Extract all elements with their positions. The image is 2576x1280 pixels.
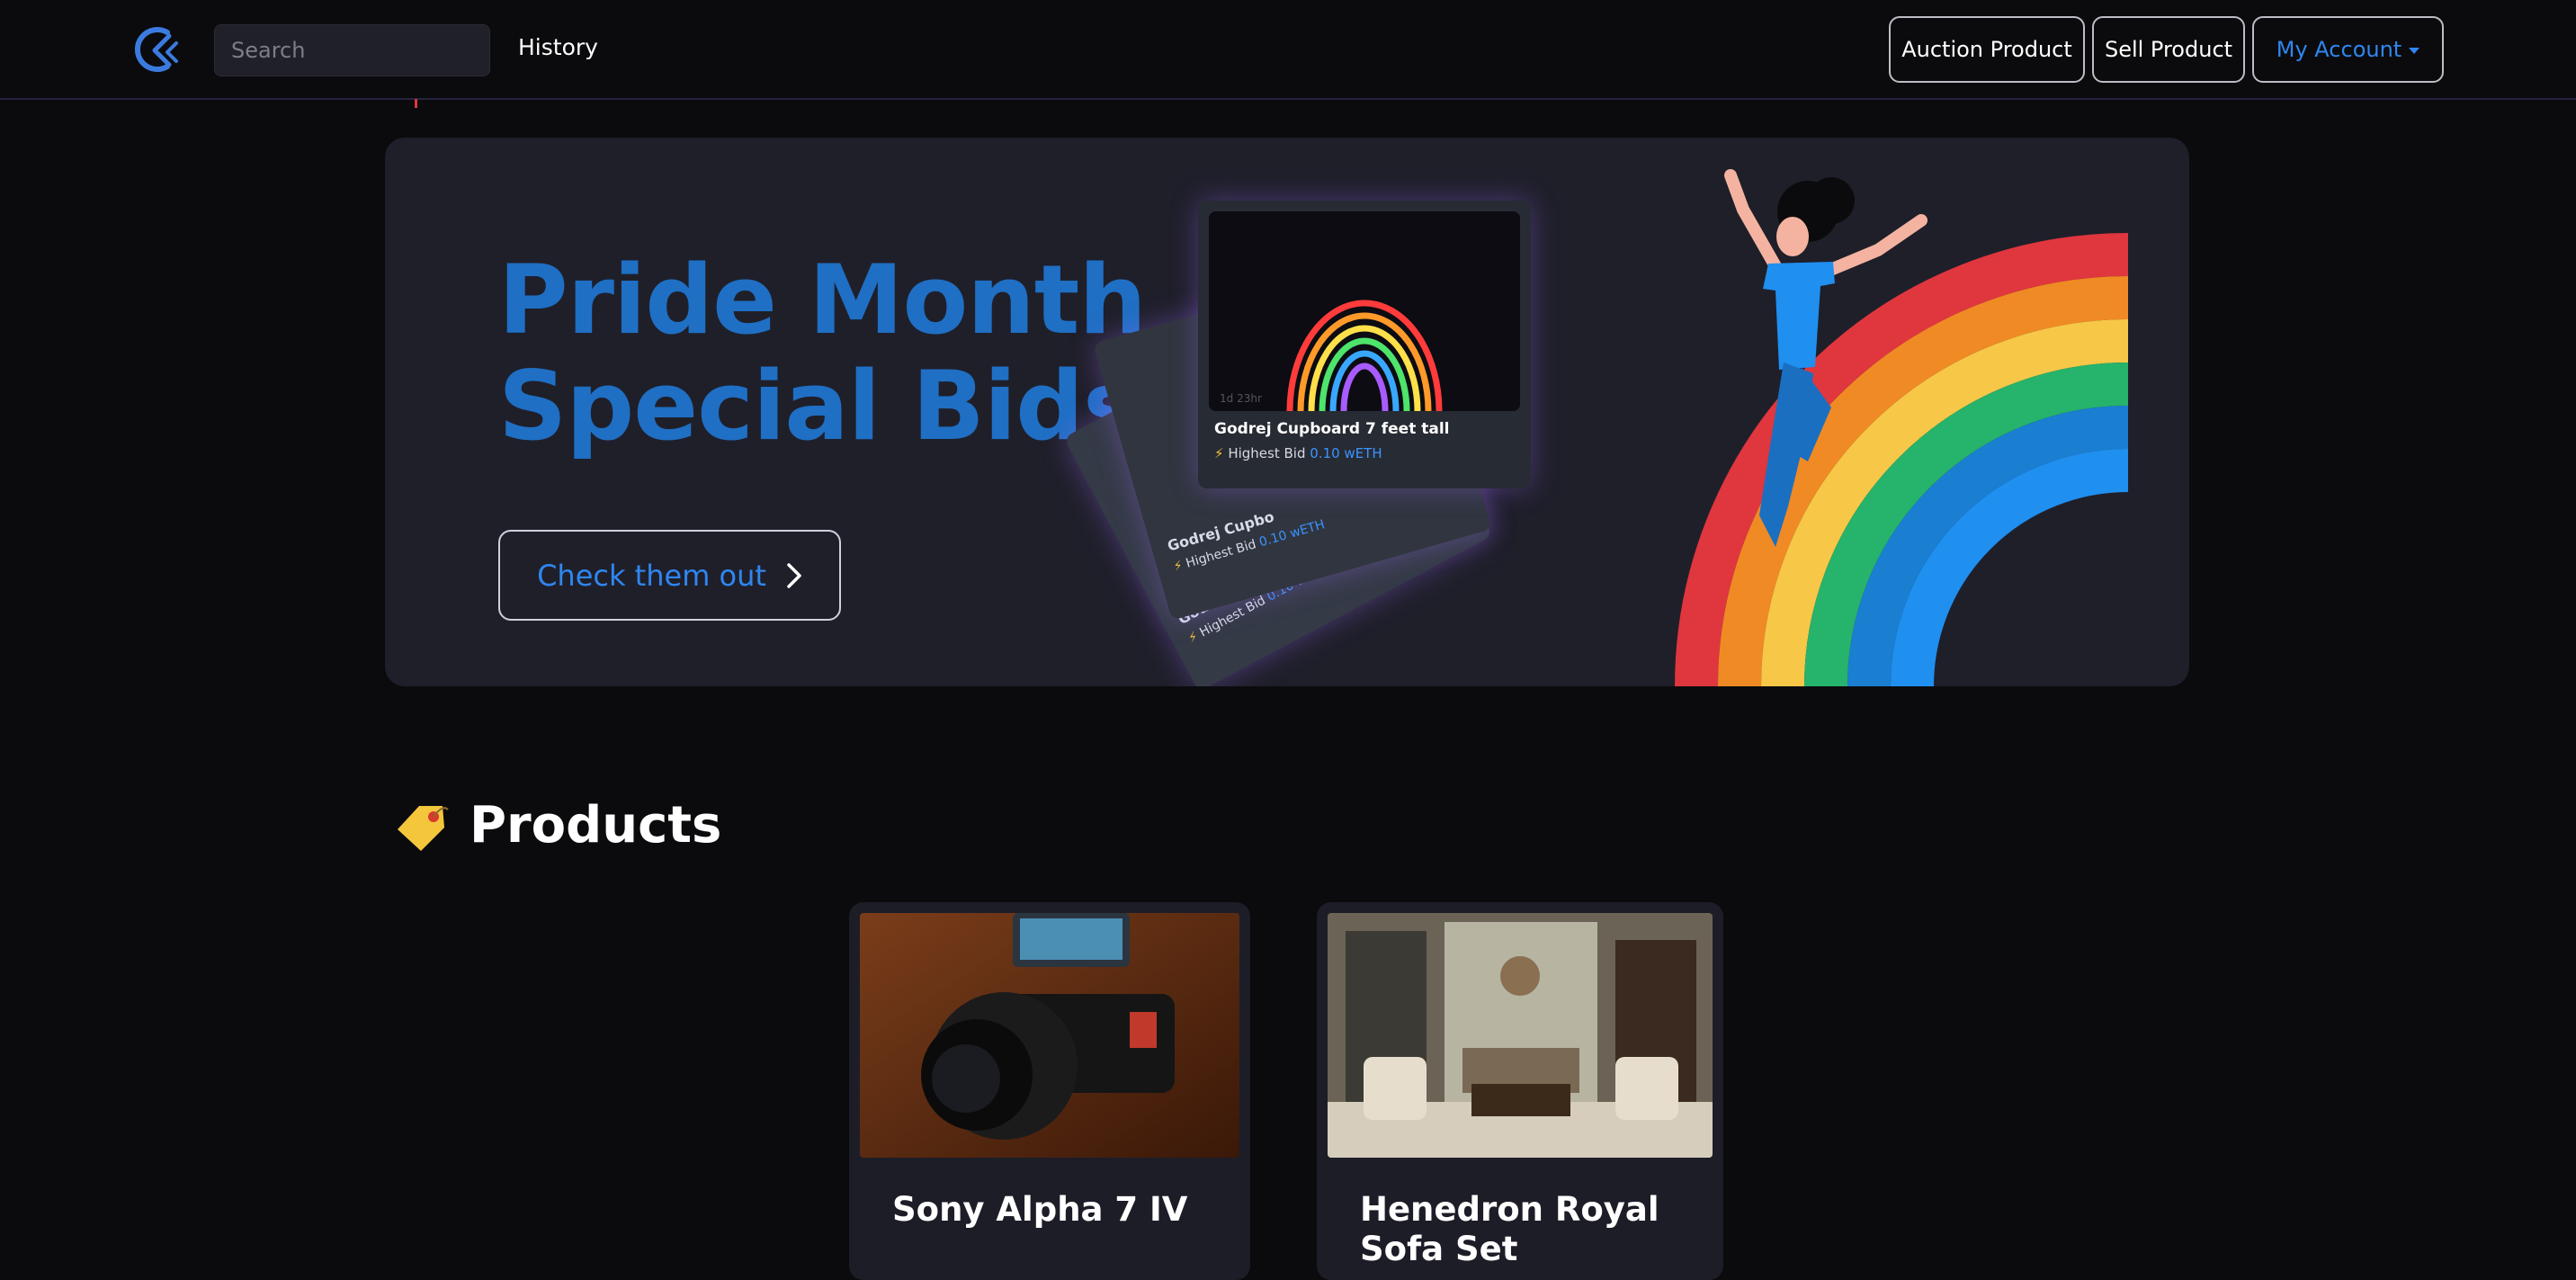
top-navbar: History Auction Product Sell Product My … xyxy=(0,0,2576,100)
auction-product-button[interactable]: Auction Product xyxy=(1889,16,2085,83)
chevron-right-icon xyxy=(787,562,801,588)
price-tag-icon xyxy=(398,805,449,851)
lightning-icon: ⚡ xyxy=(1171,558,1185,575)
my-account-dropdown[interactable]: My Account xyxy=(2252,16,2444,83)
product-image-sofa xyxy=(1328,913,1713,1158)
bid-prefix: Highest Bid xyxy=(1228,445,1306,461)
product-card[interactable]: Sony Alpha 7 IV xyxy=(849,902,1250,1280)
neon-rainbow-image: 1d 23hr xyxy=(1209,211,1520,411)
hero-banner: Pride Month Special Bids Check them out … xyxy=(385,138,2189,686)
caret-down-icon xyxy=(2409,47,2420,54)
sell-product-button[interactable]: Sell Product xyxy=(2092,16,2245,83)
auction-timer: 1d 23hr xyxy=(1220,392,1262,405)
featured-card-bid: ⚡ Highest Bid 0.10 wETH xyxy=(1214,445,1382,461)
nav-link-history[interactable]: History xyxy=(518,34,598,60)
banner-title-line1: Pride Month xyxy=(498,245,1147,355)
products-heading: Products xyxy=(392,796,721,855)
sell-product-label: Sell Product xyxy=(2104,37,2233,62)
product-card[interactable]: Henedron Royal Sofa Set xyxy=(1317,902,1723,1280)
featured-card-front[interactable]: 1d 23hr Godrej Cupboard 7 feet tall ⚡ Hi… xyxy=(1198,201,1531,488)
featured-card-title: Godrej Cupboard 7 feet tall xyxy=(1214,420,1450,438)
banner-title: Pride Month Special Bids xyxy=(498,245,1147,461)
product-image-camera xyxy=(860,913,1239,1158)
lightning-icon: ⚡ xyxy=(1214,445,1224,461)
product-name: Sony Alpha 7 IV xyxy=(892,1190,1188,1229)
banner-title-line2: Special Bids xyxy=(498,351,1140,461)
my-account-label: My Account xyxy=(2276,37,2402,62)
lightning-icon: ⚡ xyxy=(1185,629,1201,647)
products-title: Products xyxy=(470,796,722,855)
product-name: Henedron Royal Sofa Set xyxy=(1360,1190,1659,1268)
check-them-out-button[interactable]: Check them out xyxy=(498,530,841,621)
auction-product-label: Auction Product xyxy=(1901,37,2072,62)
featured-card-stack: Godrej Cu ⚡ Highest Bid 0.10 wETH Godrej… xyxy=(1063,192,1590,686)
bid-amount: 0.10 wETH xyxy=(1310,445,1382,461)
rainbow-illustration xyxy=(1675,169,2129,686)
brand-logo-icon[interactable] xyxy=(131,23,183,76)
search-input[interactable] xyxy=(214,24,490,76)
decorative-marker xyxy=(415,99,417,108)
cta-label: Check them out xyxy=(537,558,766,593)
